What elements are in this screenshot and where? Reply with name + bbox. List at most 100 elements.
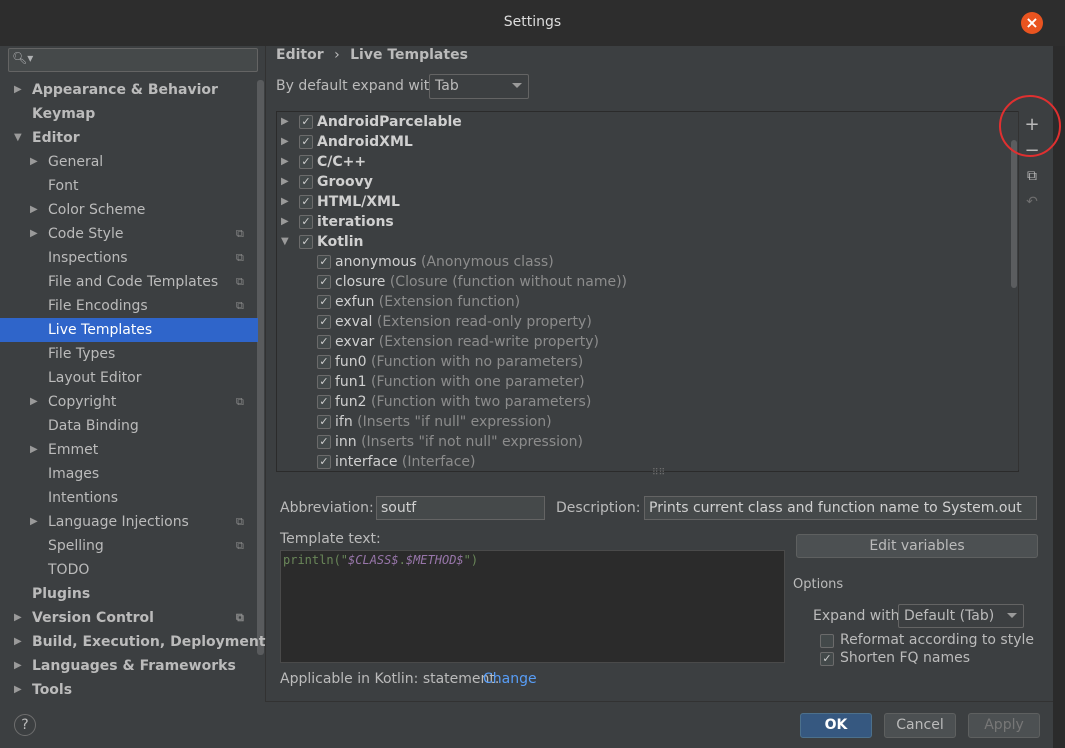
sidebar-scrollbar[interactable] — [257, 80, 264, 655]
template-item-checkbox[interactable]: ✓ — [317, 295, 331, 309]
sidebar-item-languages-frameworks[interactable]: ▶ Languages & Frameworks — [0, 654, 258, 678]
sidebar-item-intentions[interactable]: Intentions — [0, 486, 258, 510]
splitter-handle-icon[interactable]: ⠿⠿ — [652, 469, 668, 478]
settings-search-input[interactable]: 🔍︎▾ — [8, 48, 258, 72]
template-item-row[interactable]: ✓ fun1 (Function with one parameter) — [277, 372, 1007, 392]
template-group-row[interactable]: ▶ ✓ C/C++ — [277, 152, 1007, 172]
expand-default-select[interactable]: Tab — [429, 74, 529, 99]
sidebar-item-file-and-code-templates[interactable]: File and Code Templates ⧉ — [0, 270, 258, 294]
sidebar-item-font[interactable]: Font — [0, 174, 258, 198]
breadcrumb-parent[interactable]: Editor — [276, 47, 324, 63]
sidebar-item-emmet[interactable]: ▶ Emmet — [0, 438, 258, 462]
sidebar-item-language-injections[interactable]: ▶ Language Injections ⧉ — [0, 510, 258, 534]
sidebar-item-general[interactable]: ▶ General — [0, 150, 258, 174]
shorten-fq-checkbox[interactable]: ✓ — [820, 652, 834, 666]
template-group-checkbox[interactable]: ✓ — [299, 135, 313, 149]
sidebar-item-layout-editor[interactable]: Layout Editor — [0, 366, 258, 390]
sidebar-item-plugins[interactable]: Plugins — [0, 582, 258, 606]
expand-right-icon[interactable]: ▶ — [281, 112, 289, 132]
sidebar-item-build-execution-deployment[interactable]: ▶ Build, Execution, Deployment — [0, 630, 266, 654]
close-icon[interactable]: × — [1021, 12, 1043, 34]
expand-right-icon[interactable]: ▶ — [30, 390, 38, 414]
template-item-checkbox[interactable]: ✓ — [317, 375, 331, 389]
template-group-checkbox[interactable]: ✓ — [299, 155, 313, 169]
sidebar-item-keymap[interactable]: Keymap — [0, 102, 258, 126]
expand-right-icon[interactable]: ▶ — [281, 212, 289, 232]
template-group-checkbox[interactable]: ✓ — [299, 215, 313, 229]
sidebar-item-inspections[interactable]: Inspections ⧉ — [0, 246, 258, 270]
expand-right-icon[interactable]: ▶ — [281, 172, 289, 192]
expand-right-icon[interactable]: ▶ — [14, 78, 22, 102]
template-item-row[interactable]: ✓ anonymous (Anonymous class) — [277, 252, 1007, 272]
template-item-checkbox[interactable]: ✓ — [317, 255, 331, 269]
expand-right-icon[interactable]: ▶ — [14, 630, 22, 654]
template-group-checkbox[interactable]: ✓ — [299, 195, 313, 209]
applicable-change-link[interactable]: Change — [483, 671, 537, 687]
template-item-checkbox[interactable]: ✓ — [317, 435, 331, 449]
template-item-row[interactable]: ✓ exval (Extension read-only property) — [277, 312, 1007, 332]
expand-down-icon[interactable]: ▼ — [14, 126, 22, 150]
template-group-row[interactable]: ▶ ✓ Groovy — [277, 172, 1007, 192]
expand-right-icon[interactable]: ▶ — [281, 152, 289, 172]
cancel-button[interactable]: Cancel — [884, 713, 956, 738]
sidebar-item-code-style[interactable]: ▶ Code Style ⧉ — [0, 222, 258, 246]
abbreviation-field[interactable]: soutf — [376, 496, 545, 520]
template-group-row[interactable]: ▼ ✓ Kotlin — [277, 232, 1007, 252]
sidebar-item-editor[interactable]: ▼ Editor — [0, 126, 258, 150]
template-item-checkbox[interactable]: ✓ — [317, 395, 331, 409]
template-group-checkbox[interactable]: ✓ — [299, 235, 313, 249]
sidebar-item-live-templates[interactable]: Live Templates — [0, 318, 258, 342]
template-group-row[interactable]: ▶ ✓ AndroidXML — [277, 132, 1007, 152]
expand-down-icon[interactable]: ▼ — [281, 232, 289, 252]
template-group-row[interactable]: ▶ ✓ HTML/XML — [277, 192, 1007, 212]
sidebar-item-copyright[interactable]: ▶ Copyright ⧉ — [0, 390, 258, 414]
template-item-row[interactable]: ✓ exfun (Extension function) — [277, 292, 1007, 312]
description-field[interactable]: Prints current class and function name t… — [644, 496, 1037, 520]
expand-right-icon[interactable]: ▶ — [30, 438, 38, 462]
expand-right-icon[interactable]: ▶ — [281, 192, 289, 212]
template-item-checkbox[interactable]: ✓ — [317, 335, 331, 349]
template-item-checkbox[interactable]: ✓ — [317, 315, 331, 329]
expand-right-icon[interactable]: ▶ — [30, 222, 38, 246]
sidebar-item-spelling[interactable]: Spelling ⧉ — [0, 534, 258, 558]
template-group-checkbox[interactable]: ✓ — [299, 175, 313, 189]
template-item-row[interactable]: ✓ interface (Interface) — [277, 452, 1007, 471]
expand-right-icon[interactable]: ▶ — [30, 198, 38, 222]
template-item-row[interactable]: ✓ ifn (Inserts "if null" expression) — [277, 412, 1007, 432]
template-group-row[interactable]: ▶ ✓ AndroidParcelable — [277, 112, 1007, 132]
help-button[interactable]: ? — [14, 714, 36, 736]
template-text-editor[interactable]: println("$CLASS$.$METHOD$") — [280, 550, 785, 663]
template-item-checkbox[interactable]: ✓ — [317, 455, 331, 469]
ok-button[interactable]: OK — [800, 713, 872, 738]
sidebar-item-file-encodings[interactable]: File Encodings ⧉ — [0, 294, 258, 318]
sidebar-item-file-types[interactable]: File Types — [0, 342, 258, 366]
sidebar-item-todo[interactable]: TODO — [0, 558, 258, 582]
template-item-checkbox[interactable]: ✓ — [317, 415, 331, 429]
shorten-fq-label[interactable]: Shorten FQ names — [840, 650, 970, 666]
sidebar-item-version-control[interactable]: ▶ Version Control ⧉ — [0, 606, 258, 630]
expand-right-icon[interactable]: ▶ — [14, 678, 22, 702]
template-item-row[interactable]: ✓ fun2 (Function with two parameters) — [277, 392, 1007, 412]
expand-right-icon[interactable]: ▶ — [30, 150, 38, 174]
template-item-row[interactable]: ✓ exvar (Extension read-write property) — [277, 332, 1007, 352]
expand-right-icon[interactable]: ▶ — [281, 132, 289, 152]
expand-right-icon[interactable]: ▶ — [30, 510, 38, 534]
expand-right-icon[interactable]: ▶ — [14, 606, 22, 630]
sidebar-item-data-binding[interactable]: Data Binding — [0, 414, 258, 438]
options-expand-select[interactable]: Default (Tab) — [898, 604, 1024, 628]
sidebar-item-tools[interactable]: ▶ Tools — [0, 678, 258, 702]
expand-right-icon[interactable]: ▶ — [14, 654, 22, 678]
template-item-checkbox[interactable]: ✓ — [317, 275, 331, 289]
sidebar-item-appearance-behavior[interactable]: ▶ Appearance & Behavior — [0, 78, 258, 102]
restore-icon[interactable]: ↶ — [1023, 193, 1041, 211]
sidebar-item-color-scheme[interactable]: ▶ Color Scheme — [0, 198, 258, 222]
reformat-label[interactable]: Reformat according to style — [840, 632, 1034, 648]
template-group-row[interactable]: ▶ ✓ iterations — [277, 212, 1007, 232]
template-item-row[interactable]: ✓ fun0 (Function with no parameters) — [277, 352, 1007, 372]
reformat-checkbox[interactable] — [820, 634, 834, 648]
sidebar-item-images[interactable]: Images — [0, 462, 258, 486]
apply-button[interactable]: Apply — [968, 713, 1040, 738]
template-group-checkbox[interactable]: ✓ — [299, 115, 313, 129]
copy-icon[interactable]: ⧉ — [1023, 167, 1041, 185]
templates-scrollbar[interactable] — [1011, 140, 1017, 288]
